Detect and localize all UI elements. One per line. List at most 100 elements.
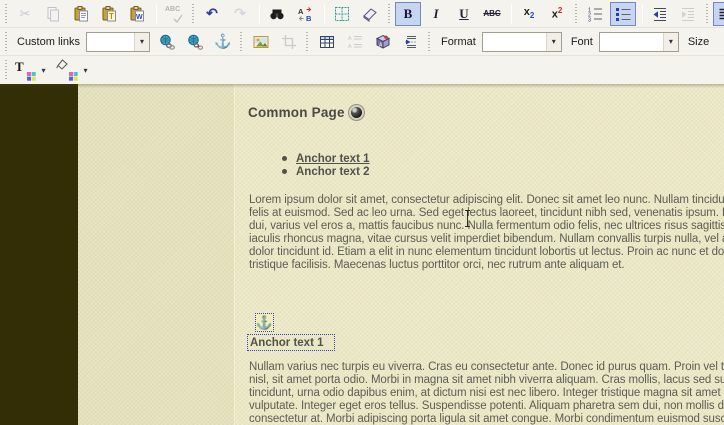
unlink-button[interactable] (182, 30, 208, 54)
anchor-link-list: Anchor text 1 Anchor text 2 (282, 152, 370, 178)
paragraph-2[interactable]: Nullam varius nec turpis eu viverra. Cra… (249, 361, 724, 425)
toolbar-grip[interactable] (190, 3, 195, 24)
cube-icon: A (375, 34, 391, 50)
column-divider (234, 84, 235, 425)
redo-button[interactable]: ↷ (227, 2, 253, 26)
format-label: Format (440, 35, 476, 48)
highlight-color-button[interactable]: ▾ (54, 58, 92, 82)
toolbar-separator (642, 3, 643, 24)
text-line: Lorem ipsum dolor sit amet, consectetur … (249, 194, 724, 206)
align-left-button[interactable] (713, 1, 724, 26)
chevron-down-icon[interactable]: ▾ (133, 32, 149, 51)
copy-button[interactable] (40, 2, 66, 26)
svg-text:B: B (306, 14, 312, 22)
toolbar-grip[interactable] (426, 31, 432, 52)
redo-icon: ↷ (234, 5, 246, 21)
insert-table-button[interactable] (314, 30, 340, 54)
indent-icon (680, 6, 696, 22)
chevron-down-icon[interactable]: ▾ (37, 59, 49, 81)
paste-icon (73, 5, 89, 22)
text-line: dui, varius vel eros a, mattis faucibus … (249, 220, 724, 232)
indent-button[interactable] (675, 2, 701, 26)
bullet-icon (282, 156, 287, 161)
align-left-icon (718, 6, 724, 22)
superscript-button[interactable]: x2 (544, 2, 570, 26)
outdent-button[interactable] (647, 2, 673, 26)
find-button[interactable] (264, 2, 290, 26)
page-dark-sidebar (0, 84, 78, 425)
editor-toolbar: ✂ T W ABC ↶ ↷ A B B I U ABC x2 x2 1 2 3 … (0, 0, 724, 84)
superscript-icon: x2 (551, 6, 563, 21)
text-line: vulputate. Integer eget eros tellus. Sus… (249, 400, 724, 412)
svg-text:A: A (298, 7, 304, 16)
anchor-heading[interactable]: Anchor text 1 (247, 334, 335, 351)
templates-button[interactable]: AA (342, 30, 368, 54)
special-character-button[interactable]: A (370, 30, 396, 54)
paste-button[interactable] (68, 2, 94, 26)
toolbar-grip[interactable] (573, 3, 578, 24)
toolbar-grip[interactable] (3, 31, 8, 52)
list-item[interactable]: Anchor text 2 (282, 165, 370, 178)
unlink-icon (187, 34, 203, 50)
bold-button[interactable]: B (395, 1, 421, 26)
replace-icon: AB (297, 6, 313, 22)
subscript-button[interactable]: x2 (516, 2, 542, 26)
paragraph-1[interactable]: Lorem ipsum dolor sit amet, consectetur … (249, 194, 724, 272)
paste-text-icon: T (101, 5, 117, 22)
chevron-down-icon[interactable]: ▾ (662, 32, 678, 51)
font-label: Font (570, 35, 593, 48)
numbered-list-icon: 123 (587, 6, 603, 22)
paste-text-button[interactable]: T (96, 2, 122, 26)
toolbar-grip[interactable] (704, 3, 709, 24)
svg-text:A: A (348, 36, 352, 42)
text-color-button[interactable]: T ▾ (12, 58, 50, 82)
replace-button[interactable]: AB (292, 2, 318, 26)
text-line: tristique facilisis. Maecenas luctus por… (249, 259, 625, 271)
remove-format-button[interactable] (357, 2, 383, 26)
copy-icon (45, 6, 61, 22)
undo-icon: ↶ (206, 5, 218, 21)
format-select[interactable]: ▾ (481, 31, 562, 52)
paste-word-icon: W (129, 5, 145, 22)
bullet-list-button[interactable] (610, 1, 636, 26)
crop-button[interactable] (276, 30, 302, 54)
size-label: Size (687, 35, 710, 48)
binoculars-icon (269, 6, 285, 22)
anchor-icon: ⚓ (214, 33, 232, 49)
italic-button[interactable]: I (423, 2, 449, 26)
page-break-button[interactable] (398, 30, 424, 54)
undo-button[interactable]: ↶ (199, 2, 225, 26)
link-button[interactable] (154, 30, 180, 54)
list-item[interactable]: Anchor text 1 (282, 152, 370, 165)
anchor-icon: ⚓ (256, 314, 273, 330)
svg-text:A: A (348, 44, 352, 50)
font-select[interactable]: ▾ (598, 31, 679, 52)
paste-word-button[interactable]: W (124, 2, 150, 26)
eraser-icon (362, 6, 378, 22)
underline-icon: U (459, 6, 469, 21)
anchor-link-1[interactable]: Anchor text 1 (296, 153, 370, 165)
svg-text:W: W (136, 14, 143, 21)
chevron-down-icon[interactable]: ▾ (79, 59, 91, 81)
toolbar-grip[interactable] (3, 60, 8, 80)
numbered-list-button[interactable]: 123 (582, 2, 608, 26)
spellcheck-button[interactable]: ABC (161, 2, 187, 26)
anchor-marker[interactable]: ⚓ (255, 313, 274, 332)
cut-button[interactable]: ✂ (12, 2, 38, 26)
strikethrough-icon: ABC (483, 9, 501, 18)
custom-links-select[interactable]: ▾ (85, 31, 150, 52)
insert-image-button[interactable] (248, 30, 274, 54)
bullet-icon (282, 169, 287, 174)
anchor-button[interactable]: ⚓ (210, 30, 236, 54)
anchor-link-2[interactable]: Anchor text 2 (296, 166, 370, 178)
toolbar-grip[interactable] (3, 3, 8, 24)
toolbar-grip[interactable] (386, 3, 391, 24)
editor-canvas[interactable]: Common Page Anchor text 1 Anchor text 2 … (0, 84, 724, 425)
chevron-down-icon[interactable]: ▾ (545, 32, 561, 51)
select-all-button[interactable] (329, 2, 355, 26)
page-options-orb-icon[interactable] (348, 104, 365, 121)
toolbar-grip[interactable] (304, 31, 310, 52)
underline-button[interactable]: U (451, 2, 477, 26)
strikethrough-button[interactable]: ABC (479, 2, 505, 26)
toolbar-grip[interactable] (238, 31, 244, 52)
